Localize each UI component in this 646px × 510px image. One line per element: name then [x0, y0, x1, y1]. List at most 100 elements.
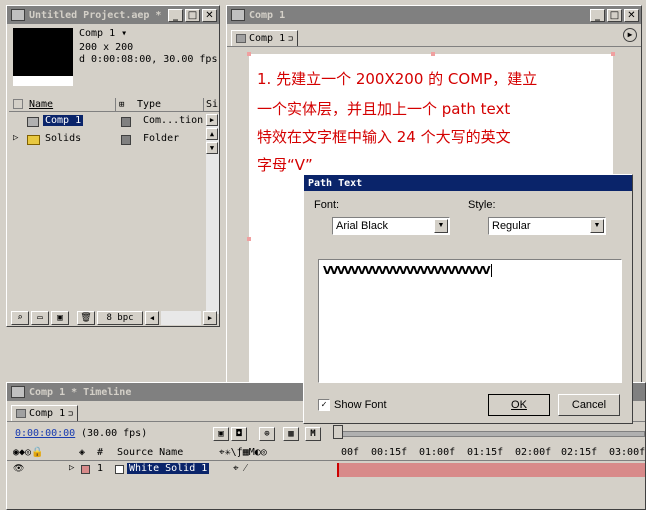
- col-divider-2: [203, 98, 204, 112]
- comp-maximize-button[interactable]: □: [607, 8, 622, 22]
- timeline-header: ◉◆◎🔒 ◈ # Source Name ⌖✳\ƒ▦M◐◎ 00f 00:15f…: [7, 445, 645, 461]
- project-item-comp-label: Comp 1: [43, 115, 84, 126]
- font-select-value: Arial Black: [336, 220, 388, 232]
- project-vscrollbar[interactable]: ▶ ▲ ▼: [206, 114, 219, 314]
- timeline-tab-close-icon[interactable]: ⊐: [68, 409, 73, 418]
- minimize-button[interactable]: _: [168, 8, 183, 22]
- close-button[interactable]: ✕: [202, 8, 217, 22]
- project-item-solids[interactable]: ▷ Solids Folder: [9, 133, 207, 147]
- comp-info-size: 200 x 200: [79, 42, 134, 53]
- timeline-layer-row[interactable]: 👁 ▷ 1 White Solid 1 ⌖ ⁄: [7, 463, 645, 477]
- tab-comp-1[interactable]: Comp 1 ⊐: [231, 30, 298, 46]
- comp-tabbar: Comp 1 ⊐ ▶: [227, 25, 641, 47]
- current-time-indicator-icon[interactable]: [333, 425, 343, 439]
- timeline-icon: [11, 386, 25, 398]
- layer-handle-3[interactable]: [611, 52, 615, 56]
- project-titlebar[interactable]: Untitled Project.aep * _ □ ✕: [7, 6, 219, 24]
- layer-handle[interactable]: [247, 52, 251, 56]
- project-hscroll-track[interactable]: [161, 311, 201, 325]
- style-select[interactable]: Regular ▼: [488, 217, 606, 235]
- current-time[interactable]: 0:00:00:00: [15, 428, 75, 439]
- timeline-tab-icon: [16, 409, 26, 418]
- project-item-comp[interactable]: Comp 1 Com...tion: [9, 115, 207, 129]
- col-name[interactable]: Name: [29, 99, 53, 110]
- cancel-button[interactable]: Cancel: [558, 394, 620, 416]
- layer-switches[interactable]: ⌖ ⁄: [233, 463, 246, 474]
- style-select-value: Regular: [492, 220, 531, 232]
- layer-label-swatch[interactable]: [81, 465, 90, 474]
- comp-info-name-text: Comp 1: [79, 28, 116, 39]
- style-dropdown-icon[interactable]: ▼: [590, 219, 604, 233]
- project-icon: [11, 9, 25, 21]
- layer-handle-2[interactable]: [431, 52, 435, 56]
- comp-close-button[interactable]: ✕: [624, 8, 639, 22]
- solid-icon: [115, 465, 124, 474]
- scroll-right-icon-2[interactable]: ▶: [203, 311, 217, 325]
- folder-icon: [27, 135, 40, 145]
- ok-button-label: OK: [511, 399, 527, 411]
- layer-duration-bar[interactable]: [337, 463, 645, 477]
- time-ruler[interactable]: 00f 00:15f 01:00f 01:15f 02:00f 02:15f 0…: [335, 445, 645, 461]
- cancel-button-label: Cancel: [571, 399, 607, 411]
- layer-name[interactable]: White Solid 1: [127, 463, 210, 474]
- ruler-tick-5: 02:15f: [561, 447, 598, 458]
- bpc-button[interactable]: 8 bpc: [97, 311, 143, 325]
- scroll-up-icon[interactable]: ▲: [206, 128, 218, 140]
- show-font-checkbox[interactable]: ✓: [318, 399, 330, 411]
- fps-readout: (30.00 fps): [81, 428, 148, 439]
- new-folder-icon[interactable]: ▭: [31, 311, 49, 325]
- dialog-titlebar[interactable]: Path Text: [304, 175, 632, 191]
- comp-menu-icon[interactable]: ▶: [623, 28, 637, 42]
- tab-close-icon[interactable]: ⊐: [288, 34, 293, 43]
- instruction-line-1: 1. 先建立一个 200X200 的 COMP，建立: [257, 70, 538, 88]
- project-item-solids-label: Solids: [45, 133, 82, 144]
- ruler-tick-3: 01:15f: [467, 447, 504, 458]
- project-column-header: Name ⊞ Type Si: [9, 98, 219, 112]
- tag-icon: [13, 99, 23, 109]
- layer-handle-4[interactable]: [247, 237, 251, 241]
- motion-blur-icon[interactable]: M: [305, 427, 321, 441]
- font-select[interactable]: Arial Black ▼: [332, 217, 450, 235]
- comp-titlebar[interactable]: Comp 1 _ □ ✕: [227, 6, 641, 24]
- ruler-tick-0: 00f: [341, 447, 360, 458]
- font-dropdown-icon[interactable]: ▼: [434, 219, 448, 233]
- camera-icon[interactable]: ◘: [231, 427, 247, 441]
- project-item-solids-type: Folder: [143, 133, 180, 144]
- scroll-down-icon[interactable]: ▼: [206, 142, 218, 154]
- timeline-tab-label: Comp 1: [29, 408, 66, 419]
- scroll-left-icon[interactable]: ◀: [145, 311, 159, 325]
- time-slider-track[interactable]: [337, 431, 645, 437]
- comp-info-name[interactable]: Comp 1 ▾: [79, 28, 127, 39]
- ruler-tick-4: 02:00f: [515, 447, 552, 458]
- comp-tab-icon: [236, 34, 246, 43]
- eye-icon[interactable]: 👁: [13, 464, 24, 474]
- col-source-name[interactable]: Source Name: [117, 447, 183, 458]
- tab-comp-1-label: Comp 1: [249, 33, 286, 44]
- col-type[interactable]: Type: [137, 99, 161, 110]
- ok-button[interactable]: OK: [488, 394, 550, 416]
- scroll-right-icon[interactable]: ▶: [206, 114, 218, 126]
- film-icon[interactable]: ▦: [283, 427, 299, 441]
- comp-thumbnail: [13, 28, 73, 86]
- project-toolbar: ⌕ ▭ ▣ 🗑 8 bpc ◀ ▶: [9, 311, 219, 326]
- expand-arrow-icon[interactable]: ▷: [13, 133, 18, 143]
- comp-minimize-button[interactable]: _: [590, 8, 605, 22]
- composition-icon: [27, 117, 39, 127]
- expand-layer-icon[interactable]: ▷: [69, 463, 74, 473]
- show-font-label[interactable]: Show Font: [334, 399, 387, 411]
- col-size[interactable]: Si: [206, 99, 218, 110]
- instruction-line-4: 字母“V”: [257, 156, 313, 174]
- ram-preview-icon[interactable]: ⊕: [259, 427, 275, 441]
- maximize-button[interactable]: □: [185, 8, 200, 22]
- comp-flowchart-icon[interactable]: ▣: [213, 427, 229, 441]
- trash-icon[interactable]: 🗑: [77, 311, 95, 325]
- col-divider: [115, 98, 116, 112]
- timeline-tab-comp-1[interactable]: Comp 1 ⊐: [11, 405, 78, 421]
- new-comp-icon[interactable]: ▣: [51, 311, 69, 325]
- av-switches-icons: ◉◆◎🔒: [13, 447, 44, 458]
- text-input-area[interactable]: VVVVVVVVVVVVVVVVVVVVVVVV: [318, 259, 622, 383]
- label-swatch-2: [121, 135, 131, 145]
- type-icon: ⊞: [119, 100, 125, 110]
- instruction-line-3: 特效在文字框中输入 24 个大写的英文: [257, 128, 511, 146]
- find-icon[interactable]: ⌕: [11, 311, 29, 325]
